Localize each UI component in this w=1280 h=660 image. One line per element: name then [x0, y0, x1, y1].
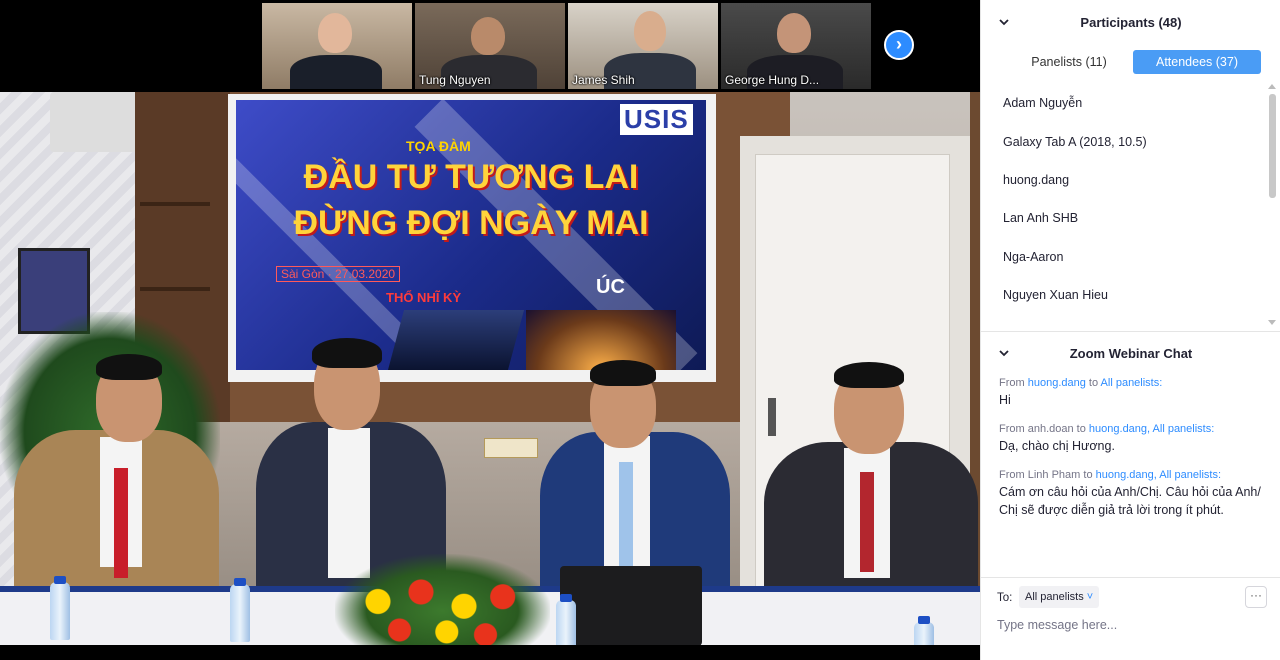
recipient-link[interactable]: All panelists: — [1101, 377, 1163, 389]
message-input[interactable] — [997, 614, 1267, 636]
laptop — [560, 566, 702, 645]
participant-head — [777, 13, 811, 53]
recipient-link[interactable]: huong.dang, All panelists: — [1096, 469, 1221, 481]
participant-head — [634, 11, 666, 51]
video-stage: Tung Nguyen James Shih George Hung D... … — [0, 0, 980, 660]
video-thumbnail[interactable] — [262, 3, 412, 89]
thumbnail-name: James Shih — [572, 73, 635, 87]
chat-message-text: Cám ơn câu hỏi của Anh/Chị. Câu hỏi của … — [999, 485, 1261, 517]
slide-date: Sài Gòn · 27.03.2020 — [276, 266, 401, 282]
next-page-button[interactable]: › — [884, 30, 914, 60]
to-label: To: — [997, 592, 1013, 604]
list-item[interactable]: Galaxy Tab A (2018, 10.5) — [1003, 135, 1147, 149]
scroll-down-arrow[interactable] — [1268, 320, 1276, 325]
list-item[interactable]: Adam Nguyễn — [1003, 96, 1082, 110]
slide-tag-right: ÚC — [596, 276, 625, 298]
chat-message-meta: From huong.dang to All panelists: — [999, 377, 1162, 389]
meta-text: to — [1085, 377, 1101, 389]
meta-text: From — [999, 377, 1028, 389]
video-thumbnail-strip: Tung Nguyen James Shih George Hung D... … — [0, 0, 980, 92]
slide-logo: USIS — [620, 104, 693, 135]
main-video-feed: USIS TỌA ĐÀM ĐẦU TƯ TƯƠNG LAI ĐỪNG ĐỢI N… — [0, 92, 980, 645]
wall-speaker — [50, 92, 140, 152]
chat-message-meta: From Linh Pham to huong.dang, All paneli… — [999, 469, 1221, 481]
list-item[interactable]: Nguyen Xuan Hieu — [1003, 288, 1108, 302]
door-handle — [768, 398, 776, 436]
chat-header: Zoom Webinar Chat — [981, 331, 1280, 375]
bottle-cap — [54, 576, 66, 584]
shelf-board — [140, 287, 210, 291]
chevron-right-icon: › — [896, 34, 902, 54]
scroll-up-arrow[interactable] — [1268, 84, 1276, 89]
slide-tag-left: THỔ NHĨ KỲ — [386, 290, 462, 305]
slide-opera-house-image — [526, 310, 676, 370]
participants-header: Participants (48) — [981, 0, 1280, 44]
participants-title: Participants (48) — [1080, 15, 1182, 30]
meta-text: From — [999, 469, 1028, 481]
speaker-hair — [96, 354, 162, 380]
recipient-link[interactable]: huong.dang, All panelists: — [1089, 423, 1214, 435]
participant-scrollbar[interactable] — [1269, 94, 1276, 198]
side-panel: Participants (48) Panelists (11) Attende… — [980, 0, 1280, 660]
speaker-hair — [312, 338, 382, 368]
chat-message-text: Hi — [999, 393, 1011, 407]
desk-nameplate — [484, 438, 538, 458]
list-item[interactable]: Lan Anh SHB — [1003, 211, 1078, 225]
chat-message-text: Dạ, chào chị Hương. — [999, 439, 1115, 453]
chevron-down-icon: ˅ — [1086, 591, 1094, 603]
speaker-hair — [590, 360, 656, 386]
video-thumbnail[interactable]: Tung Nguyen — [415, 3, 565, 89]
water-bottle — [230, 584, 250, 642]
sender-name: anh.doan — [1027, 423, 1074, 435]
video-thumbnail[interactable]: George Hung D... — [721, 3, 871, 89]
thumbnail-name: Tung Nguyen — [419, 73, 491, 87]
flower-arrangement — [335, 554, 550, 645]
tab-attendees[interactable]: Attendees (37) — [1133, 50, 1261, 74]
water-bottle — [556, 600, 576, 645]
sender-name: Linh Pham — [1027, 469, 1081, 481]
thumbnail-name: George Hung D... — [725, 73, 820, 87]
bottle-cap — [234, 578, 246, 586]
list-item[interactable]: huong.dang — [1003, 173, 1069, 187]
tab-panelists[interactable]: Panelists (11) — [1005, 50, 1133, 74]
meta-text: From — [999, 423, 1028, 435]
video-thumbnail[interactable]: James Shih — [568, 3, 718, 89]
chat-compose: To: All panelists ˅ ··· — [981, 577, 1280, 660]
meta-text: to — [1073, 423, 1089, 435]
more-options-button[interactable]: ··· — [1245, 586, 1267, 608]
water-bottle — [914, 622, 934, 645]
participant-body — [290, 55, 382, 89]
chat-messages: From huong.dang to All panelists: Hi Fro… — [981, 374, 1280, 574]
presentation-slide: USIS TỌA ĐÀM ĐẦU TƯ TƯƠNG LAI ĐỪNG ĐỢI N… — [236, 100, 706, 370]
shelf-board — [140, 202, 210, 206]
slide-city-image — [387, 310, 525, 370]
recipient-value: All panelists — [1025, 591, 1084, 603]
slide-subtitle: TỌA ĐÀM — [406, 138, 471, 154]
sender-link[interactable]: huong.dang — [1028, 377, 1086, 389]
speaker-tie — [114, 468, 128, 578]
chat-message-meta: From anh.doan to huong.dang, All panelis… — [999, 423, 1214, 435]
list-item[interactable]: Nga-Aaron — [1003, 250, 1063, 264]
participant-head — [318, 13, 352, 53]
slide-title-line-2: ĐỪNG ĐỢI NGÀY MAI — [293, 204, 649, 242]
speaker-tie — [860, 472, 874, 572]
speaker-hair — [834, 362, 904, 388]
bottle-cap — [918, 616, 930, 624]
participant-list: Adam Nguyễn Galaxy Tab A (2018, 10.5) hu… — [981, 84, 1280, 330]
recipient-select[interactable]: All panelists ˅ — [1019, 586, 1100, 608]
chat-title: Zoom Webinar Chat — [1069, 346, 1193, 361]
meta-text: to — [1080, 469, 1096, 481]
speaker-tie — [619, 462, 633, 572]
slide-title-line-1: ĐẦU TƯ TƯƠNG LAI — [303, 158, 639, 196]
bottle-cap — [560, 594, 572, 602]
water-bottle — [50, 582, 70, 640]
participant-head — [471, 17, 505, 55]
